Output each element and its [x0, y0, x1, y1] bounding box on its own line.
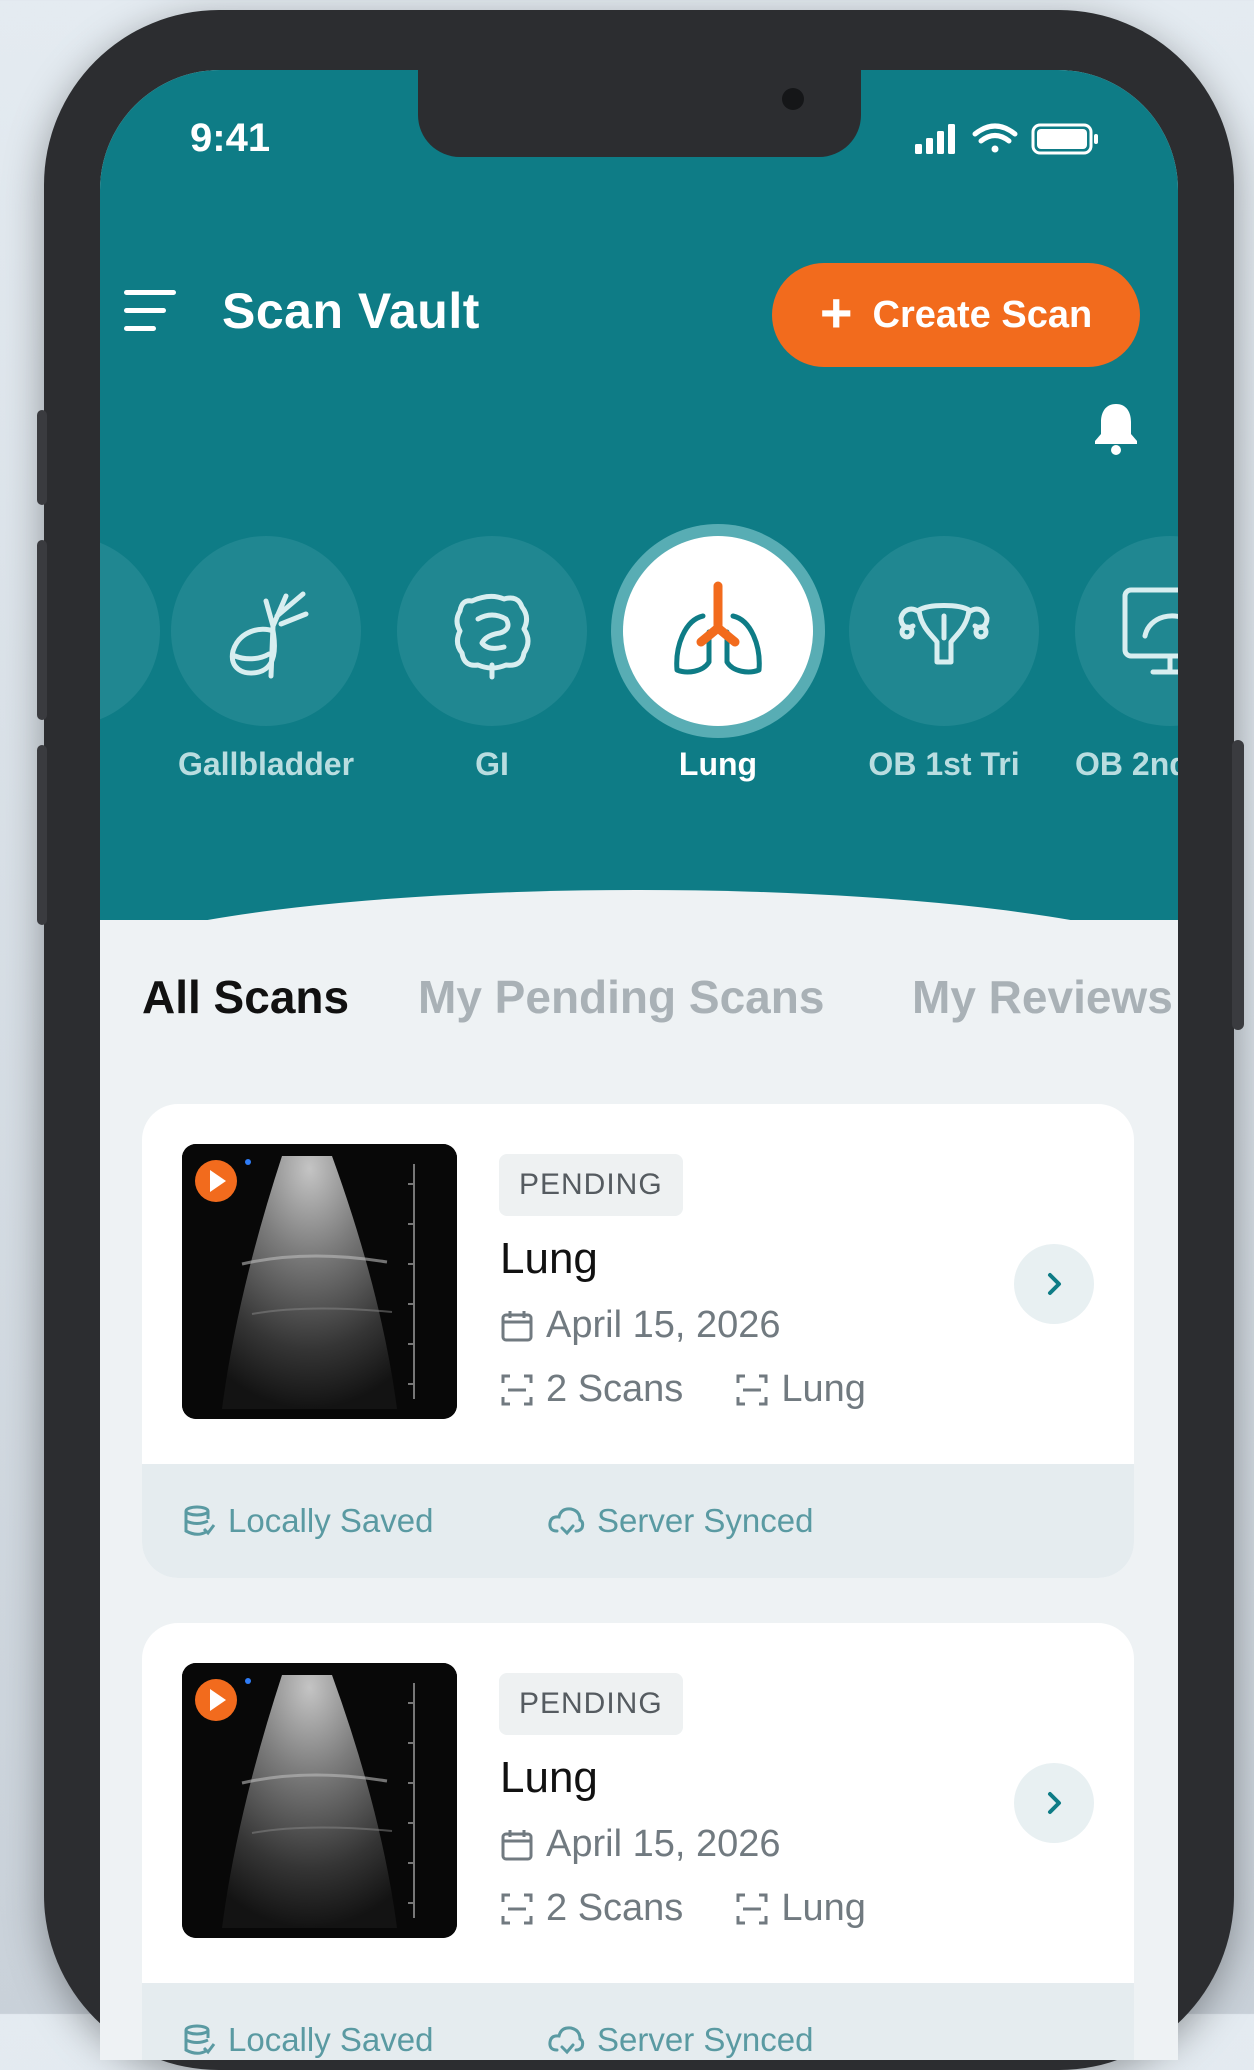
tab-my-pending-scans[interactable]: My Pending Scans	[418, 970, 824, 1024]
scan-card[interactable]: PENDING Lung April 15, 2026 2 Scans Lung	[142, 1623, 1134, 2060]
category-gallbladder[interactable]: Gallbladder	[171, 536, 361, 782]
category-ob-2nd-tri[interactable]: OB 2nd Tri	[1075, 536, 1178, 782]
category-circle[interactable]	[100, 536, 160, 726]
scan-date: April 15, 2026	[546, 1304, 781, 1346]
volume-down-button	[37, 745, 47, 925]
scan-frame-icon	[736, 1374, 768, 1405]
sync-status-bar: Locally Saved Server Synced	[142, 1983, 1134, 2060]
scan-region-label: Lung	[781, 1368, 866, 1410]
category-ob-1st-tri[interactable]: OB 1st Tri	[849, 536, 1039, 782]
mute-switch	[37, 410, 47, 505]
category-circle[interactable]	[397, 536, 587, 726]
lung-icon	[674, 581, 762, 675]
scan-count-label: 2 Scans	[546, 1887, 684, 1929]
cloud-sync-icon	[548, 1507, 585, 1536]
server-synced-label: Server Synced	[597, 1502, 814, 1539]
locally-saved-label: Locally Saved	[228, 2021, 434, 2058]
wifi-icon	[972, 123, 1018, 153]
category-circle[interactable]	[849, 536, 1039, 726]
scan-count: 2 Scans	[500, 1887, 683, 1930]
database-icon	[184, 1505, 216, 1536]
battery-icon	[1031, 123, 1098, 155]
scan-thumbnail[interactable]	[182, 1663, 457, 1938]
bell-icon[interactable]	[1092, 400, 1140, 456]
locally-saved-status: Locally Saved	[182, 1502, 433, 1540]
app-title: Scan Vault	[222, 283, 480, 339]
category-label-active: Lung	[678, 746, 758, 782]
gallbladder-icon	[229, 591, 309, 679]
header	[100, 70, 1178, 920]
category-circle-active[interactable]	[623, 536, 813, 726]
scan-count-label: 2 Scans	[546, 1368, 684, 1410]
scan-details-row: 2 Scans Lung	[500, 1368, 866, 1411]
tab-my-reviews[interactable]: My Reviews	[912, 970, 1173, 1024]
power-button	[1232, 740, 1244, 1030]
status-badge: PENDING	[499, 1154, 683, 1216]
scan-date: April 15, 2026	[546, 1823, 781, 1865]
category-gi[interactable]: GI	[397, 536, 587, 782]
notch	[418, 70, 861, 157]
intestine-icon	[454, 593, 531, 680]
cloud-sync-icon	[548, 2026, 585, 2055]
hamburger-menu-icon[interactable]	[124, 288, 176, 336]
volume-up-button	[37, 540, 47, 720]
scan-frame-icon	[501, 1893, 533, 1924]
scan-title: Lung	[500, 1234, 598, 1283]
play-icon[interactable]	[195, 1679, 237, 1721]
plus-icon: +	[819, 281, 853, 344]
scan-card[interactable]: PENDING Lung April 15, 2026 2 Scans Lung	[142, 1104, 1134, 1578]
scan-frame-icon	[501, 1374, 533, 1405]
category-circle[interactable]	[1075, 536, 1178, 726]
category-label: OB 2nd Tri	[1075, 746, 1178, 782]
server-synced-label: Server Synced	[597, 2021, 814, 2058]
sync-status-bar: Locally Saved Server Synced	[142, 1464, 1134, 1578]
category-label: GI	[475, 746, 509, 782]
scan-region: Lung	[735, 1368, 866, 1411]
create-scan-label: Create Scan	[872, 293, 1093, 336]
scan-region: Lung	[735, 1887, 866, 1930]
server-synced-status: Server Synced	[547, 2021, 813, 2059]
scan-date-row: April 15, 2026	[500, 1304, 781, 1347]
status-badge: PENDING	[499, 1673, 683, 1735]
status-icons	[915, 122, 1115, 163]
scan-frame-icon	[736, 1893, 768, 1924]
scan-title: Lung	[500, 1753, 598, 1802]
server-synced-status: Server Synced	[547, 1502, 813, 1540]
category-circle[interactable]	[171, 536, 361, 726]
signal-icon	[915, 124, 955, 154]
chevron-right-icon[interactable]	[1014, 1763, 1094, 1843]
status-time: 9:41	[190, 116, 271, 160]
calendar-icon	[501, 1829, 533, 1860]
locally-saved-label: Locally Saved	[228, 1502, 434, 1539]
scan-region-label: Lung	[781, 1887, 866, 1929]
tab-all-scans[interactable]: All Scans	[142, 970, 349, 1024]
calendar-icon	[501, 1310, 533, 1341]
create-scan-button[interactable]: + Create Scan	[772, 263, 1140, 367]
app-screen: 9:41 Scan Vault + Create Scan Gallbladde…	[100, 70, 1178, 2060]
scan-details-row: 2 Scans Lung	[500, 1887, 866, 1930]
locally-saved-status: Locally Saved	[182, 2021, 433, 2059]
chevron-right-icon[interactable]	[1014, 1244, 1094, 1324]
category-lung[interactable]: Lung	[623, 536, 813, 782]
category-offscreen-left[interactable]	[100, 536, 160, 726]
ultrasound-monitor-icon	[1122, 587, 1178, 675]
database-icon	[184, 2024, 216, 2055]
front-camera	[782, 88, 804, 110]
scan-thumbnail[interactable]	[182, 1144, 457, 1419]
category-label: Gallbladder	[177, 746, 355, 782]
play-icon[interactable]	[195, 1160, 237, 1202]
scan-date-row: April 15, 2026	[500, 1823, 781, 1866]
scan-count: 2 Scans	[500, 1368, 683, 1411]
category-label: OB 1st Tri	[868, 746, 1020, 782]
uterus-icon	[898, 603, 990, 665]
